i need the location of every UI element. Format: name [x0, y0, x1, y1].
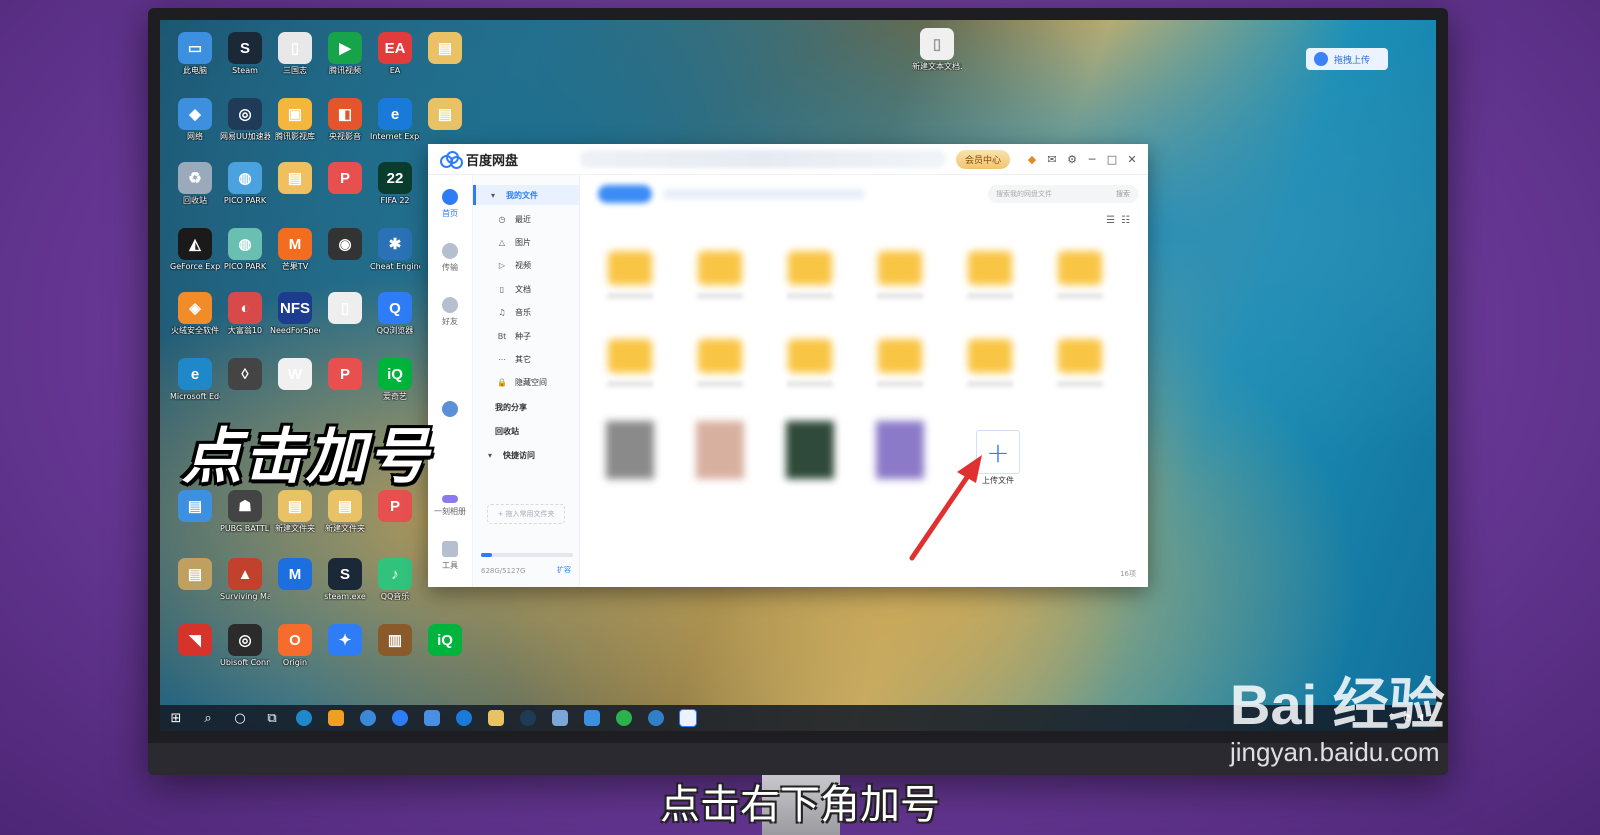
taskbar-explorer-icon[interactable] [480, 705, 512, 731]
taskbar-app-icon[interactable] [512, 705, 544, 731]
watermark-line2: jingyan.baidu.com [1230, 737, 1440, 767]
taskbar-app-icon[interactable] [544, 705, 576, 731]
arrow-shaft [909, 467, 975, 561]
taskbar-qq-browser-icon[interactable] [384, 705, 416, 731]
taskbar-app-icon[interactable] [576, 705, 608, 731]
taskbar-app-icon[interactable] [448, 705, 480, 731]
taskbar-edge-icon[interactable] [640, 705, 672, 731]
baidu-jingyan-watermark: Bai 经验 jingyan.baidu.com [1230, 660, 1445, 768]
arrow-head [957, 455, 982, 483]
taskbar-wechat-icon[interactable] [608, 705, 640, 731]
taskbar-app-icon[interactable] [416, 705, 448, 731]
red-pointer-arrow [909, 455, 982, 561]
taskbar-baidu-netdisk-icon[interactable] [672, 705, 704, 731]
taskbar-app-icon[interactable] [320, 705, 352, 731]
taskbar-app-icon[interactable] [352, 705, 384, 731]
watermark-line1: Bai 经验 [1230, 673, 1445, 736]
taskbar-edge-icon[interactable] [288, 705, 320, 731]
cortana-icon[interactable]: ○ [224, 705, 256, 731]
desktop-screen: ▭ 此电脑 S Steam ▯ 三国志 ▶ 腾讯视频 EA EA ▤ ◆ 网络 ◎ 网易UU加速器 ▣ 腾讯影视… [160, 20, 1436, 731]
search-icon[interactable]: ⌕ [192, 705, 224, 731]
task-view-icon[interactable]: ⧉ [256, 705, 288, 731]
overlay-subtitle: 点击右下角加号 [660, 782, 940, 828]
windows-start-icon[interactable]: ⊞ [160, 705, 192, 731]
overlay-caption: 点击加号 [182, 422, 430, 492]
